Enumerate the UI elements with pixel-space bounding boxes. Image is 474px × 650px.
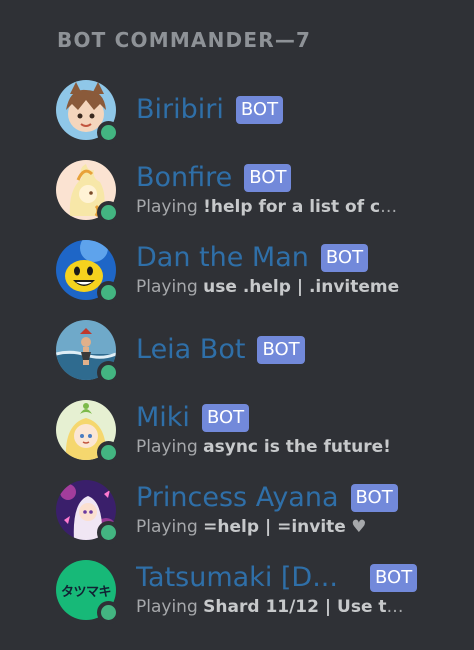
member-activity: Playing use .help | .inviteme xyxy=(136,277,406,297)
member-name: Tatsumaki [D... xyxy=(136,562,338,593)
bot-tag: BOT xyxy=(257,336,305,364)
activity-prefix: Playing xyxy=(136,597,198,617)
bot-tag: BOT xyxy=(320,244,369,272)
activity-text: use .help | .inviteme xyxy=(203,277,400,297)
name-row: Princess Ayana BOT xyxy=(136,482,398,514)
activity-prefix: Playing xyxy=(136,437,198,457)
activity-text: =help | =invite xyxy=(203,517,346,537)
bot-tag: BOT xyxy=(350,484,398,512)
online-status-icon xyxy=(97,601,120,624)
member-activity: Playing !help for a list of co... xyxy=(136,197,406,217)
member-name: Miki xyxy=(136,402,190,433)
member-list: BOT COMMANDER—7 Biribiri BOT Bonfire BOT… xyxy=(0,0,474,650)
activity-prefix: Playing xyxy=(136,517,198,537)
group-header: BOT COMMANDER—7 xyxy=(57,28,312,52)
online-status-icon xyxy=(97,201,120,224)
online-status-icon xyxy=(97,281,120,304)
avatar-text: タツマキ xyxy=(60,584,112,600)
online-status-icon xyxy=(97,521,120,544)
name-row: Biribiri BOT xyxy=(136,94,284,126)
member-name: Leia Bot xyxy=(136,334,246,365)
name-row: Tatsumaki [D... BOT xyxy=(136,562,418,594)
bot-tag: BOT xyxy=(244,164,292,192)
member-princess-ayana[interactable]: Princess Ayana BOT Playing =help | =invi… xyxy=(56,480,456,544)
bot-tag: BOT xyxy=(235,96,284,124)
member-activity: Playing Shard 11/12 | Use t!h... xyxy=(136,597,406,617)
member-bonfire[interactable]: Bonfire BOT Playing !help for a list of … xyxy=(56,160,456,224)
name-row: Bonfire BOT xyxy=(136,162,292,194)
member-miki[interactable]: Miki BOT Playing async is the future! xyxy=(56,400,456,464)
member-tatsumaki[interactable]: タツマキ Tatsumaki [D... BOT Playing Shard 1… xyxy=(56,560,456,624)
bot-tag: BOT xyxy=(201,404,250,432)
activity-text: Shard 11/12 | Use t!h... xyxy=(203,597,406,617)
heart-icon: ♥ xyxy=(351,517,367,537)
online-status-icon xyxy=(97,361,120,384)
member-name: Dan the Man xyxy=(136,242,309,273)
member-leia-bot[interactable]: Leia Bot BOT xyxy=(56,320,456,384)
member-biribiri[interactable]: Biribiri BOT xyxy=(56,80,456,144)
name-row: Miki BOT xyxy=(136,402,250,434)
member-name: Bonfire xyxy=(136,162,233,193)
member-activity: Playing async is the future! xyxy=(136,437,406,457)
member-activity: Playing =help | =invite ♥ xyxy=(136,517,406,537)
activity-text: !help for a list of co... xyxy=(203,197,406,217)
activity-prefix: Playing xyxy=(136,277,198,297)
online-status-icon xyxy=(97,121,120,144)
activity-text: async is the future! xyxy=(203,437,391,457)
member-name: Biribiri xyxy=(136,94,224,125)
member-name: Princess Ayana xyxy=(136,482,339,513)
name-row: Leia Bot BOT xyxy=(136,334,305,366)
activity-prefix: Playing xyxy=(136,197,198,217)
name-row: Dan the Man BOT xyxy=(136,242,369,274)
bot-tag: BOT xyxy=(370,564,418,592)
online-status-icon xyxy=(97,441,120,464)
member-dan-the-man[interactable]: Dan the Man BOT Playing use .help | .inv… xyxy=(56,240,456,304)
